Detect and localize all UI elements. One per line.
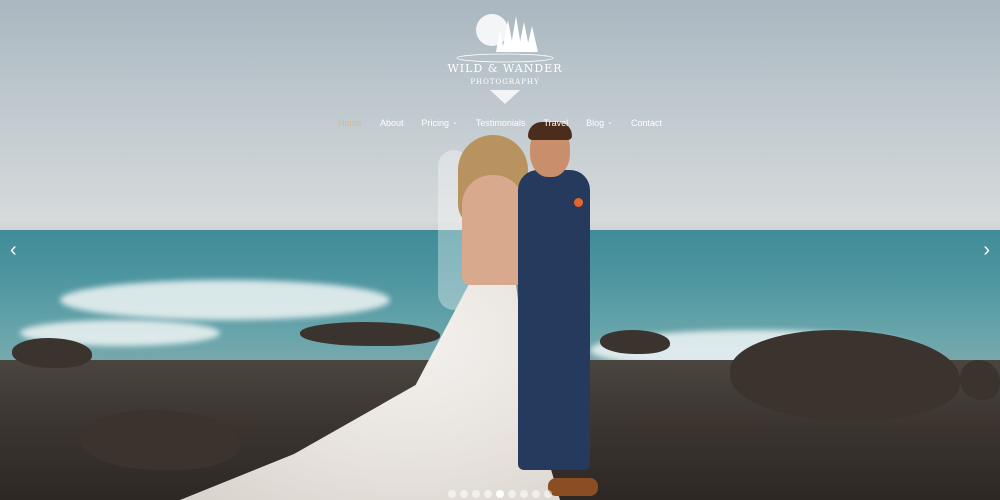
logo-emblem-icon [456,14,554,104]
nav-item-testimonials[interactable]: Testimonials [467,116,535,130]
slider-dot[interactable] [520,490,528,498]
nav-item-contact[interactable]: Contact [622,116,671,130]
nav-item-blog[interactable]: Blog ⌄ [577,116,622,130]
rock [12,338,92,368]
nav-label: Contact [631,118,663,128]
chevron-down-icon: ⌄ [452,119,458,126]
nav-label: Testimonials [475,118,526,128]
groom-suit [518,170,590,470]
slider-dot[interactable] [532,490,540,498]
nav-label: Home [337,118,362,128]
hero-slider: WILD & WANDER PHOTOGRAPHY Home About Pri… [0,0,1000,500]
chevron-down-icon: ⌄ [607,119,613,126]
rock [960,360,1000,400]
nav-item-pricing[interactable]: Pricing ⌄ [413,116,467,130]
wave-foam [60,280,390,320]
logo-subtitle: PHOTOGRAPHY [470,78,540,86]
nav-item-travel[interactable]: Travel [534,116,577,130]
nav-label: Pricing [421,118,450,128]
chevron-left-icon[interactable]: ‹ [10,240,17,260]
slider-dot[interactable] [508,490,516,498]
logo-title: WILD & WANDER [447,62,563,75]
slider-dot[interactable] [472,490,480,498]
rock [300,322,440,346]
main-nav: Home About Pricing ⌄ Testimonials Travel… [0,116,1000,130]
nav-label: Travel [543,118,569,128]
slider-dot-active[interactable] [496,490,504,498]
slider-dots [0,490,1000,498]
chevron-right-icon[interactable]: › [983,240,990,260]
site-logo[interactable]: WILD & WANDER PHOTOGRAPHY [440,12,570,104]
bride [462,175,524,285]
slider-dot[interactable] [448,490,456,498]
slider-dot[interactable] [460,490,468,498]
rock [600,330,670,354]
nav-label: About [379,118,404,128]
nav-label: Blog [586,118,605,128]
boutonniere [574,198,583,207]
slider-dot[interactable] [484,490,492,498]
nav-item-about[interactable]: About [371,116,413,130]
slider-dot[interactable] [544,490,552,498]
nav-item-home[interactable]: Home [329,116,371,130]
